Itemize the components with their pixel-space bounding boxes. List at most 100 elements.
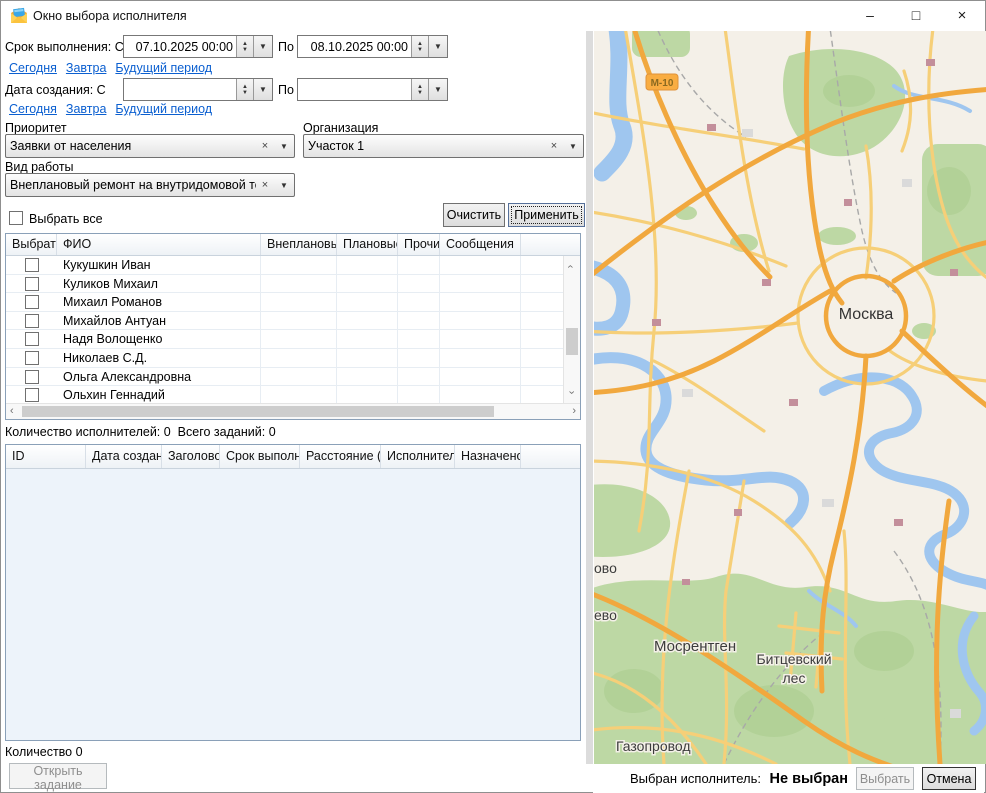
table-row[interactable]: Михайлов Антуан [6, 312, 563, 331]
clear-icon[interactable]: × [256, 140, 274, 152]
column-header-name[interactable]: ФИО [57, 234, 261, 255]
maximize-button[interactable]: □ [893, 1, 939, 30]
chevron-down-icon[interactable]: ▼ [274, 181, 294, 190]
table-row[interactable]: Куликов Михаил [6, 275, 563, 294]
window-title: Окно выбора исполнителя [33, 9, 187, 23]
due-date-to-value[interactable]: 08.10.2025 00:00 [298, 36, 411, 57]
column-header-assigned[interactable]: Назначено [455, 445, 521, 468]
link-future-period[interactable]: Будущий период [115, 61, 212, 75]
selected-executor-value: Не выбран [770, 771, 849, 787]
clear-icon[interactable]: × [256, 179, 274, 191]
clear-icon[interactable]: × [545, 140, 563, 152]
scroll-down-icon[interactable]: › [565, 391, 576, 395]
chevron-down-icon[interactable]: ▼ [563, 142, 583, 151]
creation-to-calendar-dropdown-icon[interactable]: ▼ [428, 79, 447, 100]
link-tomorrow[interactable]: Завтра [66, 102, 107, 116]
table-row[interactable]: Кукушкин Иван [6, 256, 563, 275]
table-row[interactable]: Надя Волощенко [6, 330, 563, 349]
work-type-combobox[interactable]: Внеплановый ремонт на внутридомовой тер … [5, 173, 295, 197]
dialog-window: Окно выбора исполнителя – □ × Срок выпол… [0, 0, 986, 793]
column-header-planned[interactable]: Плановые [337, 234, 398, 255]
tasks-total: 0 [269, 425, 276, 439]
vertical-scroll-thumb[interactable] [566, 328, 578, 355]
column-header-executor[interactable]: Исполнитель [381, 445, 455, 468]
column-header-due[interactable]: Срок выполне [220, 445, 300, 468]
map-canvas[interactable]: М-10 Москва Мосрентген Битцевский лес Га… [594, 31, 986, 764]
creation-date-from-value[interactable] [124, 79, 236, 100]
row-checkbox[interactable] [25, 332, 39, 346]
due-date-from-value[interactable]: 07.10.2025 00:00 [124, 36, 236, 57]
tasks-count: 0 [76, 745, 83, 759]
column-header-messages[interactable]: Сообщения [440, 234, 521, 255]
priority-combobox[interactable]: Заявки от населения × ▼ [5, 134, 295, 158]
organization-combobox[interactable]: Участок 1 × ▼ [303, 134, 584, 158]
row-checkbox[interactable] [25, 370, 39, 384]
select-button[interactable]: Выбрать [856, 767, 914, 790]
chevron-down-icon[interactable]: ▼ [274, 142, 294, 151]
creation-from-spinner[interactable]: ▲▼ [236, 79, 253, 100]
scroll-left-icon[interactable]: › [10, 406, 14, 417]
executors-summary: Количество исполнителей: 0 Всего заданий… [5, 425, 276, 439]
forest-label-line1: Битцевский [756, 651, 831, 667]
scroll-up-icon[interactable]: › [565, 265, 576, 269]
link-tomorrow[interactable]: Завтра [66, 61, 107, 75]
row-checkbox[interactable] [25, 314, 39, 328]
link-today[interactable]: Сегодня [9, 102, 57, 116]
due-from-spinner[interactable]: ▲▼ [236, 36, 253, 57]
executors-count: 0 [164, 425, 171, 439]
column-header-title[interactable]: Заголовок [162, 445, 220, 468]
creation-to-spinner[interactable]: ▲▼ [411, 79, 428, 100]
column-header-unplanned[interactable]: Внеплановые [261, 234, 337, 255]
horizontal-scroll-thumb[interactable] [22, 406, 494, 417]
tasks-count-label: Количество [5, 745, 72, 759]
column-header-select[interactable]: Выбрать [6, 234, 57, 255]
column-header-other[interactable]: Прочие [398, 234, 440, 255]
table-row[interactable]: Николаев С.Д. [6, 349, 563, 368]
executor-name: Николаев С.Д. [57, 349, 261, 367]
link-today[interactable]: Сегодня [9, 61, 57, 75]
tasks-total-label: Всего заданий: [178, 425, 266, 439]
column-header-created[interactable]: Дата создания [86, 445, 162, 468]
creation-date-to-picker[interactable]: ▲▼ ▼ [297, 78, 448, 101]
apply-filters-button[interactable]: Применить [508, 203, 585, 227]
table-row[interactable]: Ольхин Геннадий [6, 386, 563, 403]
creation-date-from-picker[interactable]: ▲▼ ▼ [123, 78, 273, 101]
executor-name: Куликов Михаил [57, 275, 261, 293]
row-checkbox[interactable] [25, 388, 39, 402]
executor-name: Кукушкин Иван [57, 256, 261, 274]
tasks-summary: Количество 0 [5, 745, 83, 759]
horizontal-scrollbar[interactable]: › › [6, 403, 580, 419]
work-type-value: Внеплановый ремонт на внутридомовой тер [6, 178, 256, 192]
scroll-right-icon[interactable]: › [572, 406, 576, 417]
row-checkbox[interactable] [25, 351, 39, 365]
select-all-checkbox[interactable] [9, 211, 23, 225]
creation-date-to-value[interactable] [298, 79, 411, 100]
due-date-to-picker[interactable]: 08.10.2025 00:00 ▲▼ ▼ [297, 35, 448, 58]
table-row[interactable]: Ольга Александровна [6, 368, 563, 387]
open-task-button[interactable]: Открыть задание [9, 763, 107, 789]
minimize-button[interactable]: – [847, 1, 893, 30]
due-from-calendar-dropdown-icon[interactable]: ▼ [253, 36, 272, 57]
creation-from-calendar-dropdown-icon[interactable]: ▼ [253, 79, 272, 100]
organization-value: Участок 1 [304, 139, 545, 153]
row-checkbox[interactable] [25, 277, 39, 291]
due-date-label: Срок выполнения: С [5, 40, 124, 54]
column-header-id[interactable]: ID [6, 445, 86, 468]
due-to-calendar-dropdown-icon[interactable]: ▼ [428, 36, 447, 57]
vertical-scrollbar[interactable]: › › [563, 256, 580, 403]
splitter[interactable] [586, 31, 593, 764]
title-bar[interactable]: Окно выбора исполнителя – □ × [1, 1, 985, 31]
cancel-button[interactable]: Отмена [922, 767, 976, 790]
map[interactable]: М-10 Москва Мосрентген Битцевский лес Га… [594, 31, 986, 764]
row-checkbox[interactable] [25, 258, 39, 272]
due-date-from-picker[interactable]: 07.10.2025 00:00 ▲▼ ▼ [123, 35, 273, 58]
due-to-spinner[interactable]: ▲▼ [411, 36, 428, 57]
column-header-distance[interactable]: Расстояние (м.) [300, 445, 381, 468]
city-label: Москва [839, 306, 894, 323]
executor-name: Ольхин Геннадий [57, 386, 261, 403]
table-row[interactable]: Михаил Романов [6, 293, 563, 312]
row-checkbox[interactable] [25, 295, 39, 309]
close-button[interactable]: × [939, 1, 985, 30]
clear-filters-button[interactable]: Очистить [443, 203, 505, 227]
link-future-period[interactable]: Будущий период [115, 102, 212, 116]
